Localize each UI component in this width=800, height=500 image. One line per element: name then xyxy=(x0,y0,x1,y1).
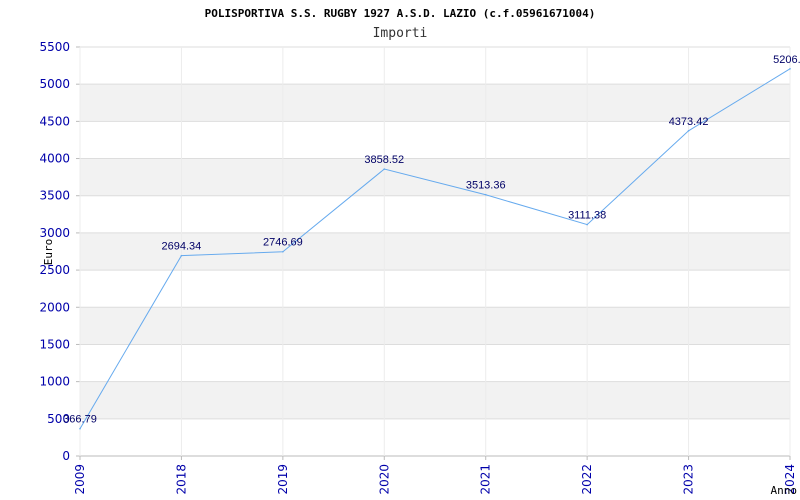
y-axis-label: Euro xyxy=(42,239,55,266)
data-point xyxy=(383,168,386,170)
x-tick-label: 2020 xyxy=(377,464,391,495)
y-tick-label: 3000 xyxy=(39,226,70,240)
data-label: 5206.7 xyxy=(773,54,800,66)
y-tick-label: 4500 xyxy=(39,114,70,128)
x-tick-label: 2021 xyxy=(479,464,493,495)
x-tick-label: 2023 xyxy=(682,464,696,495)
data-label: 4373.42 xyxy=(669,116,709,128)
background-band xyxy=(80,158,790,196)
data-label: 366.79 xyxy=(63,414,97,426)
background-band xyxy=(80,307,790,345)
data-point xyxy=(282,250,284,253)
x-tick-label: 2018 xyxy=(174,464,188,495)
chart-subtitle: Importi xyxy=(373,26,428,41)
background-band xyxy=(80,381,790,419)
y-tick-label: 5500 xyxy=(39,40,70,54)
y-tick-label: 1500 xyxy=(39,337,70,351)
data-point xyxy=(586,223,588,226)
data-label: 2746.69 xyxy=(263,237,303,249)
y-tick-label: 1000 xyxy=(39,375,70,389)
data-point xyxy=(484,193,487,196)
x-tick-label: 2022 xyxy=(580,464,594,495)
data-point xyxy=(687,129,690,132)
y-tick-label: 4000 xyxy=(39,152,70,166)
data-label: 2694.34 xyxy=(162,241,202,253)
data-label: 3111.38 xyxy=(568,210,606,222)
y-tick-label: 3500 xyxy=(39,189,70,203)
data-label: 3513.36 xyxy=(466,180,506,192)
chart-title: POLISPORTIVA S.S. RUGBY 1927 A.S.D. LAZI… xyxy=(205,7,596,20)
data-point xyxy=(180,254,183,257)
y-tick-label: 0 xyxy=(62,449,70,463)
x-tick-label: 2009 xyxy=(73,464,87,495)
data-point xyxy=(789,68,791,70)
y-tick-label: 2000 xyxy=(39,300,70,314)
x-tick-label: 2019 xyxy=(276,464,290,495)
line-chart: 0500100015002000250030003500400045005000… xyxy=(39,7,800,497)
x-axis-label: Anno xyxy=(771,484,798,497)
y-tick-label: 5000 xyxy=(39,77,70,91)
data-label: 3858.52 xyxy=(364,154,404,166)
data-point xyxy=(79,427,81,430)
